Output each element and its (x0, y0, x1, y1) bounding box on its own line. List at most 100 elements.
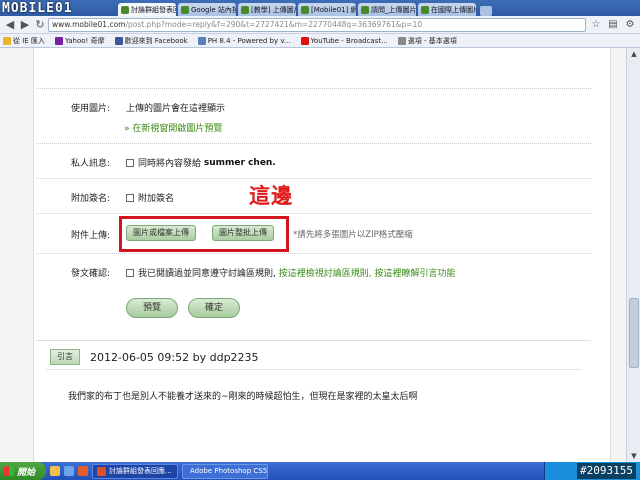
wrench-icon[interactable]: ⚙ (623, 18, 637, 32)
signature-label: 附加簽名: (71, 194, 111, 204)
tab-label: [Mobile01] 網站 (311, 5, 356, 14)
reload-icon[interactable]: ↻ (33, 18, 47, 32)
submit-button[interactable]: 確定 (188, 298, 240, 318)
use-image-label: 使用圖片: (71, 104, 111, 114)
bookmark-label: Yahoo! 奇摩 (64, 36, 105, 45)
tab-label: [教學] 上傳圖片 (251, 5, 296, 14)
facebook-icon (114, 36, 123, 45)
url-host: www.mobile01.com (52, 20, 126, 29)
tab-favicon-icon (421, 5, 429, 14)
browser-tab-5[interactable]: 在國際上傳圖片× (418, 3, 476, 16)
taskbar-item-browser[interactable]: 討論群組發表回應... (92, 463, 178, 479)
browser-tab-4[interactable]: 請問_上傳圖片× (358, 3, 416, 16)
taskbar-item-photoshop[interactable]: Adobe Photoshop CS5 (182, 463, 268, 479)
new-tab-button[interactable] (480, 6, 492, 16)
chrome-icon (97, 466, 106, 476)
task-label: 討論群組發表回應... (109, 467, 172, 475)
forward-arrow-icon[interactable]: ▶ (18, 18, 32, 32)
row-confirm: 發文確認: 我已閱讀過並同意遵守討論區規則, 按這裡檢視討論區規則, 按這裡瞭解… (36, 253, 591, 288)
bookmark-label: YouTube - Broadcast... (310, 36, 388, 45)
quicklaunch-icon[interactable] (50, 466, 60, 476)
row-signature: 附加簽名: 附加簽名 (36, 178, 591, 213)
browser-tab-2[interactable]: [教學] 上傳圖片× (238, 3, 296, 16)
reply-header: 引言 2012-06-05 09:52 by ddp2235 (50, 349, 259, 365)
windows-logo-icon (4, 466, 14, 476)
agree-rules-text: 我已閱讀過並同意遵守討論區規則, (138, 269, 276, 279)
quote-button[interactable]: 引言 (50, 349, 80, 365)
page-left-gutter (0, 48, 34, 462)
tab-label: 請問_上傳圖片 (371, 5, 416, 14)
row-private-msg: 私人訊息: 同時將內容發給 summer chen. (36, 143, 591, 178)
browser-tab-strip: MOBILE01 討論群組發表回應× Google 站內搜尋× [教學] 上傳圖… (0, 0, 640, 16)
bookmark-item[interactable]: 歡迎來到 Facebook (114, 36, 188, 46)
browser-tab-3[interactable]: [Mobile01] 網站× (298, 3, 356, 16)
quicklaunch-icon[interactable] (64, 466, 74, 476)
page-right-gutter (610, 48, 626, 462)
view-rules-link[interactable]: 按這裡檢視討論區規則, (279, 266, 372, 279)
address-bar[interactable]: www.mobile01.com/post.php?mode=reply&f=2… (48, 17, 586, 32)
private-msg-option[interactable]: 同時將內容發給 summer chen. (126, 156, 276, 169)
vertical-scrollbar[interactable]: ▲ ▼ (626, 48, 640, 462)
private-msg-label: 私人訊息: (71, 159, 111, 169)
bookmark-label: 歡迎來到 Facebook (124, 36, 188, 45)
browser-toolbar: ◀ ▶ ↻ www.mobile01.com/post.php?mode=rep… (0, 16, 640, 34)
reply-divider (46, 369, 581, 370)
quote-help-link[interactable]: 按這裡瞭解引言功能 (375, 266, 456, 279)
bookmark-label: 從 IE 匯入 (13, 36, 45, 45)
bookmark-item[interactable]: 從 IE 匯入 (3, 36, 45, 46)
confirm-label: 發文確認: (71, 269, 111, 279)
tab-favicon-icon (361, 5, 369, 14)
private-msg-checkbox[interactable] (126, 158, 134, 167)
row-use-image: 使用圖片: 上傳的圖片會在這裡顯示 » 在新視窗開啟圖片預覽 (36, 88, 591, 143)
page-viewport: ▲ ▼ 使用圖片: 上傳的圖片會在這裡顯示 » 在新視窗開啟圖片預覽 私人訊息:… (0, 48, 640, 462)
annotation-text: 這邊 (249, 183, 293, 208)
start-button[interactable]: 開始 (0, 462, 46, 480)
bookmark-item[interactable]: Yahoo! 奇摩 (54, 36, 105, 46)
bookmark-item[interactable]: 選項 - 基本選項 (397, 36, 457, 46)
reply-form: 使用圖片: 上傳的圖片會在這裡顯示 » 在新視窗開啟圖片預覽 私人訊息: 同時將… (36, 48, 591, 358)
browser-tab-1[interactable]: Google 站內搜尋× (178, 3, 236, 16)
tab-label: Google 站內搜尋 (191, 5, 236, 14)
signature-checkbox[interactable] (126, 193, 134, 202)
signature-text: 附加簽名 (138, 194, 175, 204)
back-arrow-icon[interactable]: ◀ (3, 18, 17, 32)
url-path: /post.php?mode=reply&f=290&t=2727421&m=2… (125, 20, 423, 29)
windows-taskbar: 開始 討論群組發表回應... Adobe Photoshop CS5 (0, 462, 640, 480)
reply-body: 我們家的布丁也是別人不能養才送來的~剛來的時候超怕生，但現在是家裡的太皇太后啊 (68, 392, 418, 402)
tab-favicon-icon (241, 5, 249, 14)
bookmark-item[interactable]: PH 8.4 - Powered by v... (197, 36, 291, 45)
use-image-hint: 上傳的圖片會在這裡顯示 (126, 104, 226, 114)
page-icon (197, 36, 206, 45)
private-msg-text: 同時將內容發給 (138, 159, 202, 169)
open-preview-link[interactable]: » 在新視窗開啟圖片預覽 (124, 121, 222, 134)
tab-label: 討論群組發表回應 (131, 5, 176, 14)
scroll-down-icon[interactable]: ▼ (629, 451, 639, 461)
logo-text: MOBILE01 (2, 0, 73, 16)
mobile01-logo: MOBILE01 (2, 0, 122, 16)
tab-favicon-icon (121, 5, 129, 14)
bookmark-label: 選項 - 基本選項 (407, 36, 457, 45)
private-msg-user: summer chen. (203, 157, 276, 168)
signature-option[interactable]: 附加簽名 (126, 191, 174, 204)
tab-favicon-icon (181, 5, 189, 14)
reply-meta: 2012-06-05 09:52 by ddp2235 (90, 350, 259, 364)
folder-icon (3, 36, 11, 45)
bookmark-label: PH 8.4 - Powered by v... (207, 36, 291, 45)
preview-button[interactable]: 預覽 (126, 298, 178, 318)
scroll-up-icon[interactable]: ▲ (629, 49, 639, 59)
browser-tab-0[interactable]: 討論群組發表回應× (118, 3, 176, 16)
attach-label: 附件上傳: (71, 231, 111, 241)
bookmark-item[interactable]: YouTube - Broadcast... (300, 36, 388, 45)
confirm-option[interactable]: 我已閱讀過並同意遵守討論區規則, 按這裡檢視討論區規則, 按這裡瞭解引言功能 (126, 266, 456, 279)
task-label: Adobe Photoshop CS5 (190, 467, 268, 475)
tab-label: 在國際上傳圖片 (431, 5, 476, 14)
zip-note: *請先將多張圖片以ZIP格式壓縮 (293, 230, 413, 240)
page-menu-icon[interactable]: ▤ (606, 18, 620, 32)
agree-rules-checkbox[interactable] (126, 268, 134, 277)
scrollbar-thumb[interactable] (629, 298, 639, 368)
youtube-icon (300, 36, 309, 45)
quicklaunch-icon[interactable] (78, 466, 88, 476)
star-icon[interactable]: ☆ (589, 18, 603, 32)
bookmarks-bar: 從 IE 匯入 Yahoo! 奇摩 歡迎來到 Facebook PH 8.4 -… (0, 34, 640, 48)
tab-favicon-icon (301, 5, 309, 14)
